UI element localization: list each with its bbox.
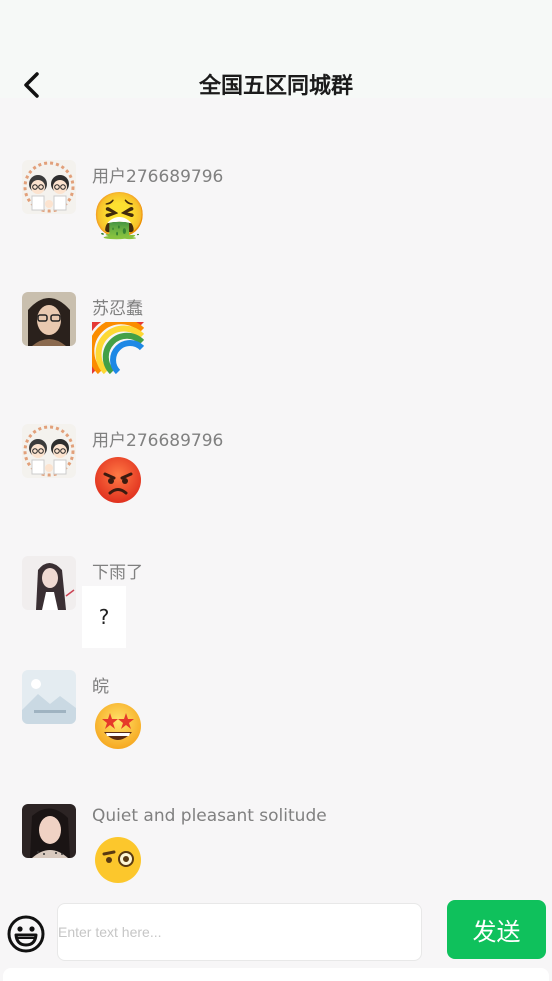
message-input[interactable]	[57, 903, 422, 961]
message-list[interactable]: 用户276689796 🤮 苏忍蠢 用户276689796 下雨了 ? 皖 Qu…	[0, 98, 552, 890]
sender-name: 下雨了	[92, 563, 143, 583]
send-button[interactable]: 发送	[447, 900, 546, 959]
angry-face-icon[interactable]	[92, 454, 144, 506]
placeholder-image-avatar[interactable]	[22, 670, 76, 724]
sender-name: 用户276689796	[92, 431, 224, 451]
sender-name: 苏忍蠢	[92, 299, 143, 319]
page-title: 全国五区同城群	[198, 74, 353, 99]
sender-name: Quiet and pleasant solitude	[92, 806, 327, 826]
vomiting-face-icon[interactable]: 🤮	[92, 190, 147, 242]
couple-cartoon-avatar[interactable]	[22, 424, 76, 478]
sender-name: 用户276689796	[92, 167, 224, 187]
top-bar: 全国五区同城群	[0, 0, 552, 99]
bottom-panel	[3, 968, 549, 981]
couple-cartoon-avatar[interactable]	[22, 160, 76, 214]
smiley-face-icon[interactable]	[6, 914, 46, 954]
sender-name: 皖	[92, 677, 109, 697]
text-message-bubble[interactable]: ?	[82, 586, 126, 648]
long-hair-girl-avatar[interactable]	[22, 556, 76, 610]
rainbow-icon[interactable]	[81, 311, 145, 375]
star-struck-face-icon[interactable]	[92, 700, 144, 752]
woman-glasses-avatar[interactable]	[22, 292, 76, 346]
woman-portrait-avatar[interactable]	[22, 804, 76, 858]
monocle-face-icon[interactable]	[92, 834, 144, 886]
